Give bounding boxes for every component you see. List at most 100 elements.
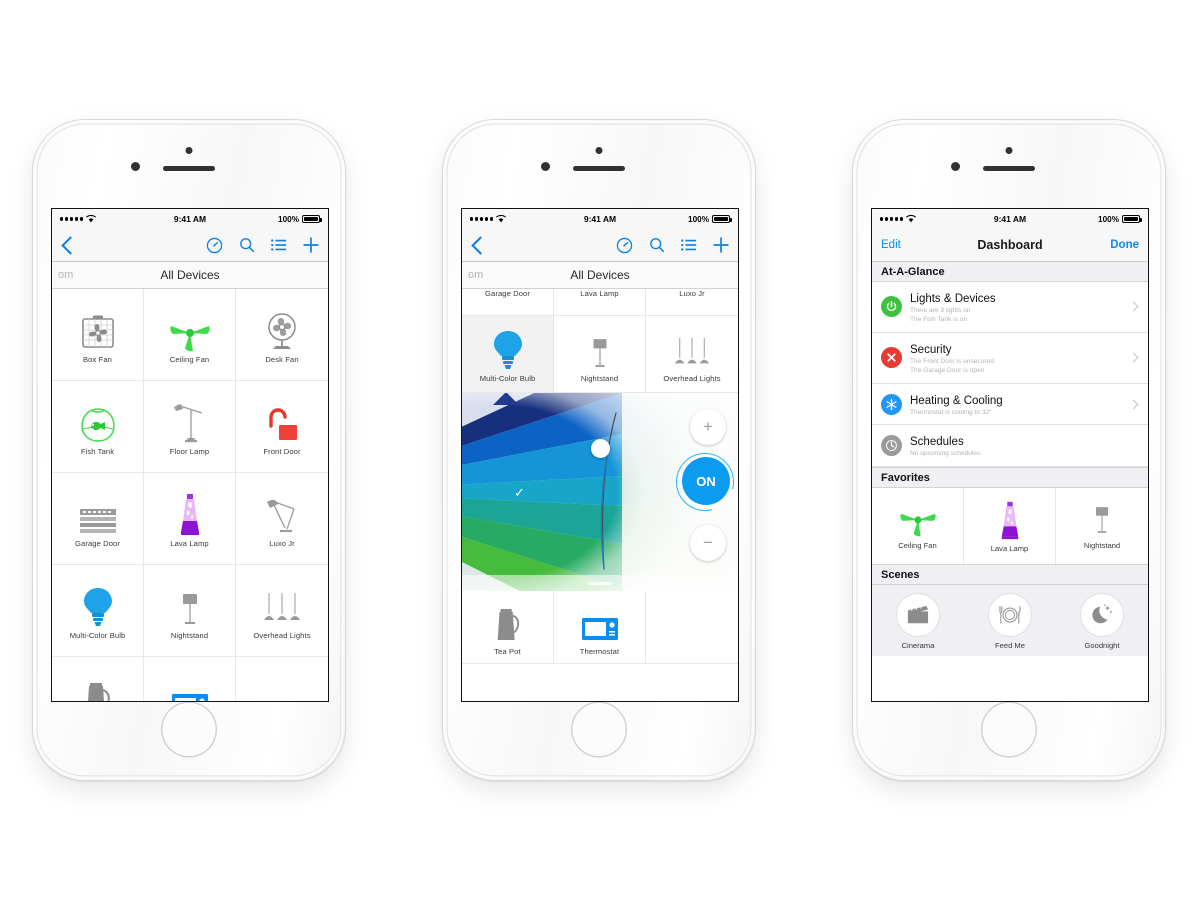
- phone2-grid-partial-row: Garage Door Lava Lamp Luxo Jr: [462, 289, 738, 316]
- power-toggle-button[interactable]: ON: [682, 457, 730, 505]
- search-icon[interactable]: [239, 237, 255, 253]
- device-label: Multi-Color Bulb: [479, 374, 536, 383]
- favorites-grid: Ceiling Fan Lava Lamp Nightstand: [872, 488, 1148, 565]
- device-cell-box-fan[interactable]: Box Fan: [52, 289, 144, 381]
- lava-lamp-icon: [998, 500, 1022, 540]
- dashboard-row-lights-devices[interactable]: Lights & Devices There are 3 lights on T…: [872, 282, 1148, 333]
- device-cell-luxo-jr[interactable]: Luxo Jr: [646, 289, 738, 316]
- clock-icon: [881, 435, 902, 457]
- scene-cell-feed-me[interactable]: Feed Me: [964, 593, 1056, 650]
- section-header-at-a-glance: At-A-Glance: [872, 262, 1148, 282]
- dashboard-icon[interactable]: [206, 237, 223, 254]
- scene-cell-cinerama[interactable]: Cinerama: [872, 593, 964, 650]
- overhead-lights-icon: [672, 325, 712, 371]
- device-label: Front Door: [263, 446, 301, 456]
- device-label: Floor Lamp: [169, 446, 210, 456]
- device-cell-desk-fan[interactable]: Desk Fan: [236, 289, 328, 381]
- add-icon[interactable]: [713, 237, 729, 253]
- edit-button[interactable]: Edit: [881, 239, 901, 251]
- favorite-cell-nightstand[interactable]: Nightstand: [1056, 488, 1148, 564]
- back-chevron-icon[interactable]: [471, 235, 490, 255]
- device-cell-thermostat[interactable]: Thermostat: [554, 591, 646, 664]
- brightness-slider[interactable]: [586, 409, 630, 573]
- device-cell-garage-door[interactable]: Garage Door: [462, 289, 554, 316]
- device-label: Garage Door: [75, 538, 120, 548]
- segment-title: All Devices: [160, 268, 220, 282]
- front-camera-icon: [541, 162, 550, 171]
- row-subtitle-2: The Fish Tank is on: [910, 315, 968, 323]
- home-button[interactable]: [162, 703, 216, 756]
- increase-button[interactable]: +: [690, 409, 726, 445]
- list-icon[interactable]: [271, 238, 287, 252]
- status-time: 9:41 AM: [583, 214, 617, 224]
- row-title: Lights & Devices: [910, 293, 996, 305]
- add-icon[interactable]: [303, 237, 319, 253]
- thermostat-icon: [170, 674, 210, 701]
- device-cell-nightstand[interactable]: Nightstand: [554, 316, 646, 393]
- device-label: Multi-Color Bulb: [69, 630, 126, 640]
- done-button[interactable]: Done: [1110, 239, 1139, 251]
- device-cell-multi-color-bulb[interactable]: Multi-Color Bulb: [52, 565, 144, 657]
- dashboard-row-security[interactable]: Security The Front Door is unsecured The…: [872, 332, 1148, 384]
- device-cell-lava-lamp[interactable]: Lava Lamp: [144, 473, 236, 565]
- device-cell-lava-lamp[interactable]: Lava Lamp: [554, 289, 646, 316]
- device-cell-luxo-jr[interactable]: Luxo Jr: [236, 473, 328, 565]
- dashboard-row-heating-cooling[interactable]: Heating & Cooling Thermostat is cooling …: [872, 383, 1148, 426]
- back-chevron-icon[interactable]: [61, 235, 80, 255]
- device-cell-empty: [646, 591, 738, 664]
- front-door-lock-icon: [265, 398, 299, 444]
- tea-pot-icon: [492, 598, 524, 644]
- phone2-segment-bar[interactable]: om All Devices: [462, 262, 738, 289]
- device-label: Overhead Lights: [663, 374, 721, 383]
- favorite-cell-lava-lamp[interactable]: Lava Lamp: [964, 488, 1056, 565]
- favorite-cell-ceiling-fan[interactable]: Ceiling Fan: [872, 488, 964, 565]
- battery-icon: [1122, 215, 1142, 223]
- device-cell-front-door[interactable]: Front Door: [236, 381, 328, 473]
- device-cell-tea-pot[interactable]: Tea Pot: [462, 591, 554, 664]
- phone1-screen: 9:41 AM 100% om All Devices Box Fan Ceil…: [51, 208, 329, 702]
- row-subtitle-2: The Garage Door is open: [910, 366, 985, 374]
- phone2-grid-bottom-row: Tea Pot Thermostat: [462, 591, 738, 664]
- row-text: Schedules No upcoming schedules.: [910, 432, 1139, 459]
- device-cell-overhead-lights[interactable]: Overhead Lights: [646, 316, 738, 393]
- device-label: Luxo Jr: [269, 538, 295, 548]
- light-bulb-icon: [493, 325, 523, 371]
- device-cell-ceiling-fan[interactable]: Ceiling Fan: [144, 289, 236, 381]
- slider-knob[interactable]: [591, 439, 610, 458]
- device-cell-nightstand[interactable]: Nightstand: [144, 565, 236, 657]
- phone1-segment-bar[interactable]: om All Devices: [52, 262, 328, 289]
- device-cell-thermostat[interactable]: Thermostat: [144, 657, 236, 701]
- decrease-button[interactable]: −: [690, 525, 726, 561]
- phone2-screen: 9:41 AM 100% om All Devices Garage Door …: [461, 208, 739, 702]
- dining-icon: [988, 593, 1032, 638]
- device-label: Thermostat: [579, 647, 620, 656]
- page-indicator[interactable]: [588, 582, 612, 585]
- home-button[interactable]: [982, 703, 1036, 756]
- desk-fan-icon: [263, 306, 301, 352]
- device-cell-fish-tank[interactable]: Fish Tank: [52, 381, 144, 473]
- power-icon: [881, 296, 902, 318]
- device-cell-multi-color-bulb[interactable]: Multi-Color Bulb: [462, 316, 554, 393]
- device-label: Lava Lamp: [170, 538, 209, 548]
- device-cell-overhead-lights[interactable]: Overhead Lights: [236, 565, 328, 657]
- list-icon[interactable]: [681, 238, 697, 252]
- nightstand-lamp-icon: [587, 325, 613, 371]
- section-header-scenes: Scenes: [872, 564, 1148, 586]
- home-button[interactable]: [572, 703, 626, 756]
- scene-cell-goodnight[interactable]: Goodnight: [1056, 593, 1148, 650]
- color-picker-panel[interactable]: ✓ + ON −: [462, 393, 738, 591]
- phone3-screen: 9:41 AM 100% Edit Dashboard Done At-A-Gl…: [871, 208, 1149, 702]
- device-cell-floor-lamp[interactable]: Floor Lamp: [144, 381, 236, 473]
- earpiece-speaker: [163, 166, 215, 171]
- status-bar: 9:41 AM 100%: [52, 209, 328, 229]
- page-title: Dashboard: [977, 238, 1043, 252]
- status-bar: 9:41 AM 100%: [462, 209, 738, 229]
- dashboard-icon[interactable]: [616, 237, 633, 254]
- lava-lamp-icon: [177, 490, 203, 536]
- ceiling-fan-icon: [897, 503, 939, 537]
- dashboard-row-schedules[interactable]: Schedules No upcoming schedules.: [872, 425, 1148, 468]
- overhead-lights-icon: [261, 582, 303, 628]
- device-cell-garage-door[interactable]: Garage Door: [52, 473, 144, 565]
- device-cell-tea-pot[interactable]: Tea Pot: [52, 657, 144, 701]
- search-icon[interactable]: [649, 237, 665, 253]
